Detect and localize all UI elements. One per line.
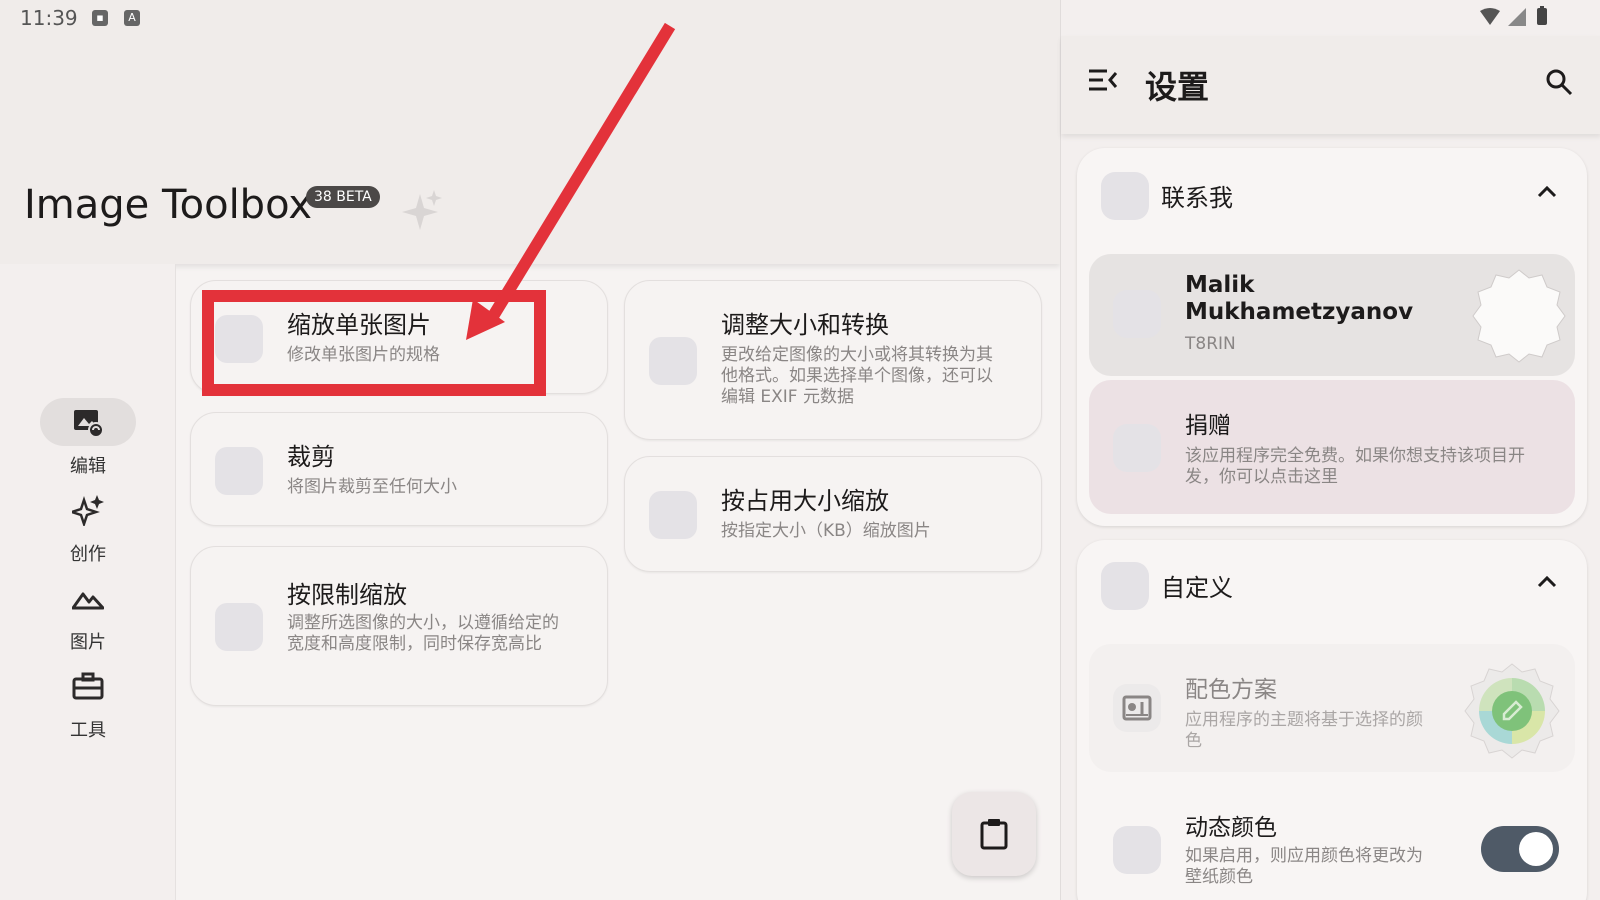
- donate-icon: [1113, 424, 1161, 472]
- dynamic-color-icon: [1113, 826, 1161, 874]
- nav-pill-tools[interactable]: [40, 662, 136, 710]
- search-icon[interactable]: [1545, 68, 1573, 96]
- landscape-icon: [72, 592, 104, 610]
- contact-section-title: 联系我: [1161, 184, 1233, 212]
- nav-pill-create[interactable]: [40, 486, 136, 534]
- nav-label-tools: 工具: [70, 720, 106, 741]
- author-row[interactable]: Malik Mukhametzyanov T8RIN: [1089, 254, 1575, 376]
- gallery-notification-icon: ▪: [92, 10, 108, 26]
- keyboard-notification-icon: A: [124, 10, 140, 26]
- tool-card-crop[interactable]: 裁剪 将图片裁剪至任何大小: [190, 412, 608, 526]
- dynamic-color-desc: 如果启用，则应用颜色将更改为壁纸颜色: [1185, 846, 1423, 887]
- tool-title: 按限制缩放: [287, 581, 407, 609]
- app-title: Image Toolbox: [24, 182, 312, 228]
- resize-single-icon: [215, 315, 263, 363]
- settings-title: 设置: [1145, 68, 1210, 106]
- contact-section-icon: [1101, 172, 1149, 220]
- navigation-rail: 编辑 创作 图片 工具: [0, 264, 176, 900]
- color-scheme-icon-wrap: [1113, 684, 1161, 732]
- customize-section-title: 自定义: [1161, 574, 1233, 602]
- menu-collapse-icon[interactable]: [1089, 68, 1117, 92]
- clipboard-icon: [980, 819, 1008, 850]
- app-header: Image Toolbox 38 BETA: [0, 0, 1060, 264]
- author-icon: [1113, 290, 1161, 338]
- tool-desc: 更改给定图像的大小或将其转换为其他格式。如果选择单个图像，还可以编辑 EXIF …: [721, 345, 993, 407]
- nav-item-edit[interactable]: 编辑: [0, 398, 176, 478]
- nav-item-create[interactable]: 创作: [0, 486, 176, 566]
- tool-desc: 调整所选图像的大小，以遵循给定的宽度和高度限制，同时保存宽高比: [287, 613, 559, 654]
- nav-pill-images[interactable]: [40, 574, 136, 622]
- nav-item-images[interactable]: 图片: [0, 574, 176, 654]
- tool-desc: 修改单张图片的规格: [287, 345, 440, 365]
- color-scheme-desc: 应用程序的主题将基于选择的颜色: [1185, 710, 1423, 751]
- tool-desc: 将图片裁剪至任何大小: [287, 477, 457, 497]
- donate-title: 捐赠: [1185, 413, 1231, 439]
- tool-title: 调整大小和转换: [721, 311, 889, 339]
- status-bar: 11:39 ▪ A: [0, 0, 1600, 36]
- resize-convert-icon: [649, 337, 697, 385]
- author-name: Malik Mukhametzyanov: [1185, 272, 1414, 325]
- customize-section: 自定义 配色方案 应用程序的主题将基于选择的颜色 动态颜色 如果启用，则应用颜色…: [1077, 540, 1587, 900]
- wifi-icon: [1480, 8, 1500, 25]
- author-avatar[interactable]: [1471, 268, 1567, 364]
- donate-row[interactable]: 捐赠 该应用程序完全免费。如果你想支持该项目开发，你可以点击这里: [1089, 380, 1575, 514]
- limit-resize-icon: [215, 603, 263, 651]
- tool-title: 缩放单张图片: [287, 311, 431, 339]
- version-badge: 38 BETA: [306, 186, 380, 208]
- toolbox-icon: [72, 672, 104, 700]
- settings-header: 设置: [1061, 36, 1600, 134]
- status-time: 11:39: [20, 6, 78, 30]
- paste-fab[interactable]: [952, 792, 1036, 876]
- author-handle: T8RIN: [1185, 334, 1236, 354]
- tool-card-resize-single[interactable]: 缩放单张图片 修改单张图片的规格: [190, 280, 608, 394]
- dynamic-color-toggle[interactable]: [1481, 826, 1559, 872]
- dynamic-color-title: 动态颜色: [1185, 815, 1277, 841]
- cell-signal-icon: [1508, 8, 1526, 26]
- chevron-up-icon[interactable]: [1537, 574, 1557, 588]
- nav-pill-edit[interactable]: [40, 398, 136, 446]
- tool-card-resize-convert[interactable]: 调整大小和转换 更改给定图像的大小或将其转换为其他格式。如果选择单个图像，还可以…: [624, 280, 1042, 440]
- customize-section-icon: [1101, 562, 1149, 610]
- nav-label-images: 图片: [70, 632, 106, 653]
- palette-icon: [1122, 695, 1152, 721]
- sparkles-icon: [72, 495, 104, 526]
- contact-section: 联系我 Malik Mukhametzyanov T8RIN 捐赠 该应用程序完…: [1077, 148, 1587, 526]
- edit-image-icon: [74, 410, 104, 438]
- sparkle-icon[interactable]: [398, 188, 444, 234]
- tool-title: 裁剪: [287, 443, 335, 471]
- nav-label-create: 创作: [70, 544, 106, 565]
- dynamic-color-row[interactable]: 动态颜色 如果启用，则应用颜色将更改为壁纸颜色: [1089, 780, 1575, 900]
- color-scheme-preview[interactable]: [1463, 662, 1561, 760]
- tool-card-limit-resize[interactable]: 按限制缩放 调整所选图像的大小，以遵循给定的宽度和高度限制，同时保存宽高比: [190, 546, 608, 706]
- nav-label-edit: 编辑: [70, 456, 106, 477]
- crop-icon: [215, 447, 263, 495]
- settings-panel: 设置 联系我 Malik Mukhametzyanov T8RIN 捐赠 该应用…: [1060, 0, 1600, 900]
- chevron-up-icon[interactable]: [1537, 184, 1557, 198]
- weight-resize-icon: [649, 491, 697, 539]
- tool-card-resize-by-weight[interactable]: 按占用大小缩放 按指定大小（KB）缩放图片: [624, 456, 1042, 572]
- color-scheme-title: 配色方案: [1185, 677, 1277, 703]
- tool-title: 按占用大小缩放: [721, 487, 889, 515]
- nav-item-tools[interactable]: 工具: [0, 662, 176, 742]
- battery-icon: [1537, 6, 1547, 25]
- toggle-knob: [1519, 832, 1553, 866]
- color-scheme-row[interactable]: 配色方案 应用程序的主题将基于选择的颜色: [1089, 644, 1575, 772]
- tool-desc: 按指定大小（KB）缩放图片: [721, 521, 931, 541]
- donate-desc: 该应用程序完全免费。如果你想支持该项目开发，你可以点击这里: [1185, 446, 1525, 487]
